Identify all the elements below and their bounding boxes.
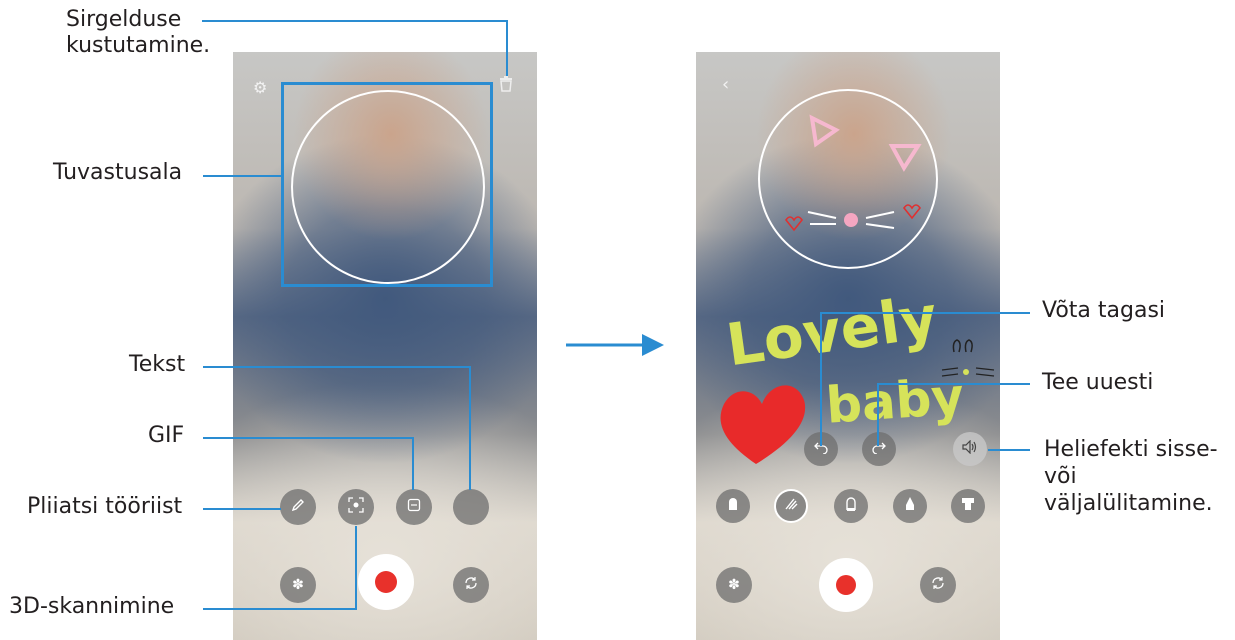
scan-3d-button[interactable]: [338, 489, 374, 525]
callout-text: Tekst: [129, 352, 186, 377]
gif-button[interactable]: [396, 489, 432, 525]
callout-undo: Võta tagasi: [1042, 298, 1166, 323]
pen-tool-button[interactable]: [280, 489, 316, 525]
drawing-word-baby: baby: [824, 367, 966, 435]
pencil-brush-icon: [904, 496, 916, 516]
record-button[interactable]: [358, 554, 414, 610]
callout-line: [469, 366, 471, 490]
gif-icon: [407, 498, 421, 516]
callout-line: [203, 508, 281, 510]
eraser-icon: [961, 496, 975, 516]
switch-camera-button[interactable]: [920, 567, 956, 603]
scan-3d-icon: [348, 497, 364, 517]
redo-icon: [872, 440, 886, 458]
record-button[interactable]: [819, 558, 873, 612]
callout-line: [202, 20, 508, 22]
switch-camera-icon: [463, 575, 479, 595]
redo-button[interactable]: [862, 432, 896, 466]
switch-camera-button[interactable]: [453, 567, 489, 603]
callout-sound-effect: Heliefekti sisse- või väljalülitamine.: [1044, 437, 1218, 516]
callout-line: [877, 383, 1030, 385]
switch-camera-icon: [930, 575, 946, 595]
effects-button[interactable]: ✽: [716, 567, 752, 603]
callout-line: [355, 526, 357, 610]
callout-line: [412, 437, 414, 490]
marker-icon: [784, 497, 798, 515]
record-dot: [836, 575, 856, 595]
callout-line: [203, 437, 414, 439]
callout-gif: GIF: [148, 423, 185, 448]
trash-icon[interactable]: [499, 76, 513, 96]
brush-icon: [727, 496, 739, 516]
callout-scan-3d: 3D-skannimine: [9, 594, 175, 619]
record-dot: [375, 571, 397, 593]
callout-line: [203, 175, 282, 177]
camera-preview-right: ‹ Lovely baby ✽: [696, 52, 1000, 640]
highlighter-icon: [845, 496, 857, 516]
callout-line: [820, 312, 1030, 314]
flower-icon: ✽: [292, 577, 304, 593]
sound-effect-button[interactable]: [953, 432, 987, 466]
camera-preview-left: ⚙ ✽: [233, 52, 537, 640]
flower-icon: ✽: [728, 577, 740, 593]
effects-button[interactable]: ✽: [280, 567, 316, 603]
callout-line: [988, 449, 1030, 451]
brush-3-button[interactable]: [834, 489, 868, 523]
callout-delete-drawing: Sirgelduse kustutamine.: [66, 7, 211, 58]
callout-pen-tool: Pliiatsi tööriist: [27, 494, 183, 519]
face-circle: [291, 90, 485, 284]
callout-line: [203, 366, 471, 368]
transition-arrow-icon: [566, 334, 664, 356]
callout-line: [203, 608, 357, 610]
callout-line: [820, 312, 822, 446]
brush-1-button[interactable]: [716, 489, 750, 523]
eraser-button[interactable]: [951, 489, 985, 523]
text-button[interactable]: [453, 489, 489, 525]
brush-4-button[interactable]: [893, 489, 927, 523]
callout-detection-area: Tuvastusala: [53, 160, 183, 185]
callout-line: [506, 20, 508, 76]
speaker-icon: [962, 439, 978, 458]
callout-redo: Tee uuesti: [1042, 370, 1154, 395]
brush-2-button[interactable]: [774, 489, 808, 523]
pen-icon: [291, 498, 305, 516]
callout-line: [877, 383, 879, 446]
gear-icon[interactable]: ⚙: [253, 78, 267, 97]
